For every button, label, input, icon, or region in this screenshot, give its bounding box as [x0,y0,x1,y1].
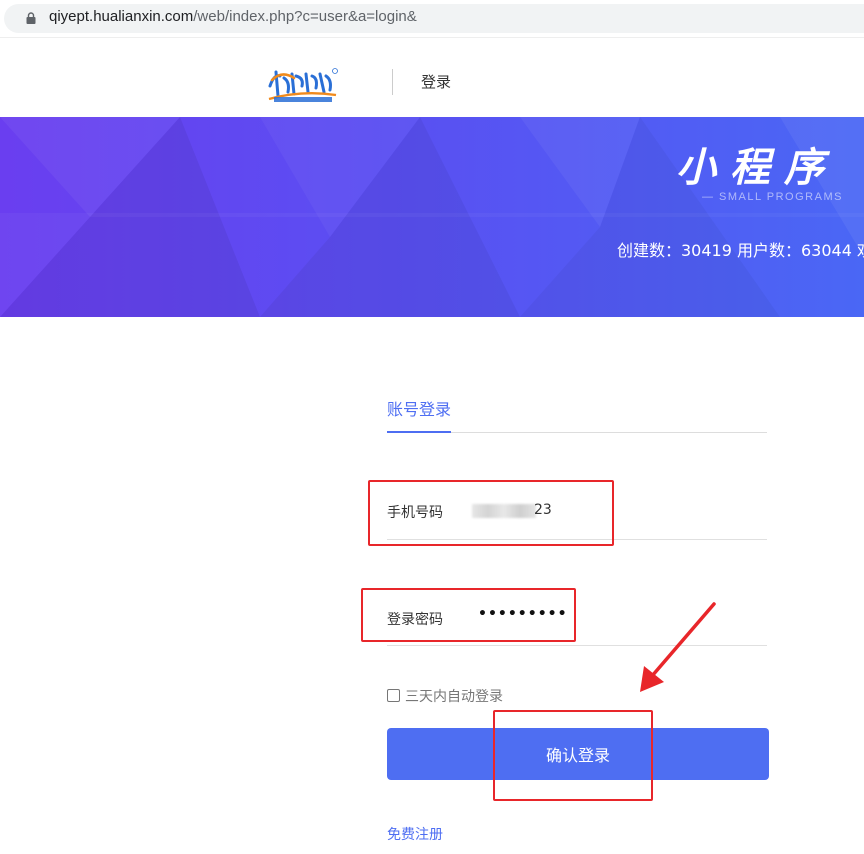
remember-me-label[interactable]: 三天内自动登录 [405,686,503,706]
phone-value-suffix: 23 [534,502,552,518]
tab-account-login[interactable]: 账号登录 [387,396,451,420]
site-header: 登录 [0,37,864,117]
banner-title: 小程序 [676,145,838,191]
password-input[interactable]: ••••••••• [478,606,568,622]
url-path: /web/index.php?c=user&a=login& [193,8,417,25]
phone-input[interactable]: 23 [472,502,552,520]
tab-active-indicator [387,431,451,433]
banner-subtitle: — SMALL PROGRAMS [702,191,843,203]
phone-label: 手机号码 [387,505,443,521]
hero-banner: 小程序 — SMALL PROGRAMS 创建数：30419 用户数：63044… [0,117,864,317]
remember-me-checkbox[interactable] [387,689,400,702]
browser-address-bar: qiyept.hualianxin.com/web/index.php?c=us… [0,0,864,37]
annotation-arrow-icon [640,602,716,692]
url-text[interactable]: qiyept.hualianxin.com/web/index.php?c=us… [49,8,417,25]
password-label: 登录密码 [387,612,443,628]
phone-redaction [472,504,536,518]
hualianxin-logo[interactable] [266,66,338,108]
header-divider [392,69,393,95]
phone-field-line [387,539,767,540]
url-host: qiyept.hualianxin.com [49,8,194,25]
free-register-link[interactable]: 免费注册 [387,824,443,844]
password-field-line [387,645,767,646]
header-login-title: 登录 [421,73,452,91]
confirm-login-button[interactable]: 确认登录 [387,728,769,780]
lock-icon[interactable] [26,12,36,24]
banner-stats: 创建数：30419 用户数：63044 欢 [617,241,864,260]
